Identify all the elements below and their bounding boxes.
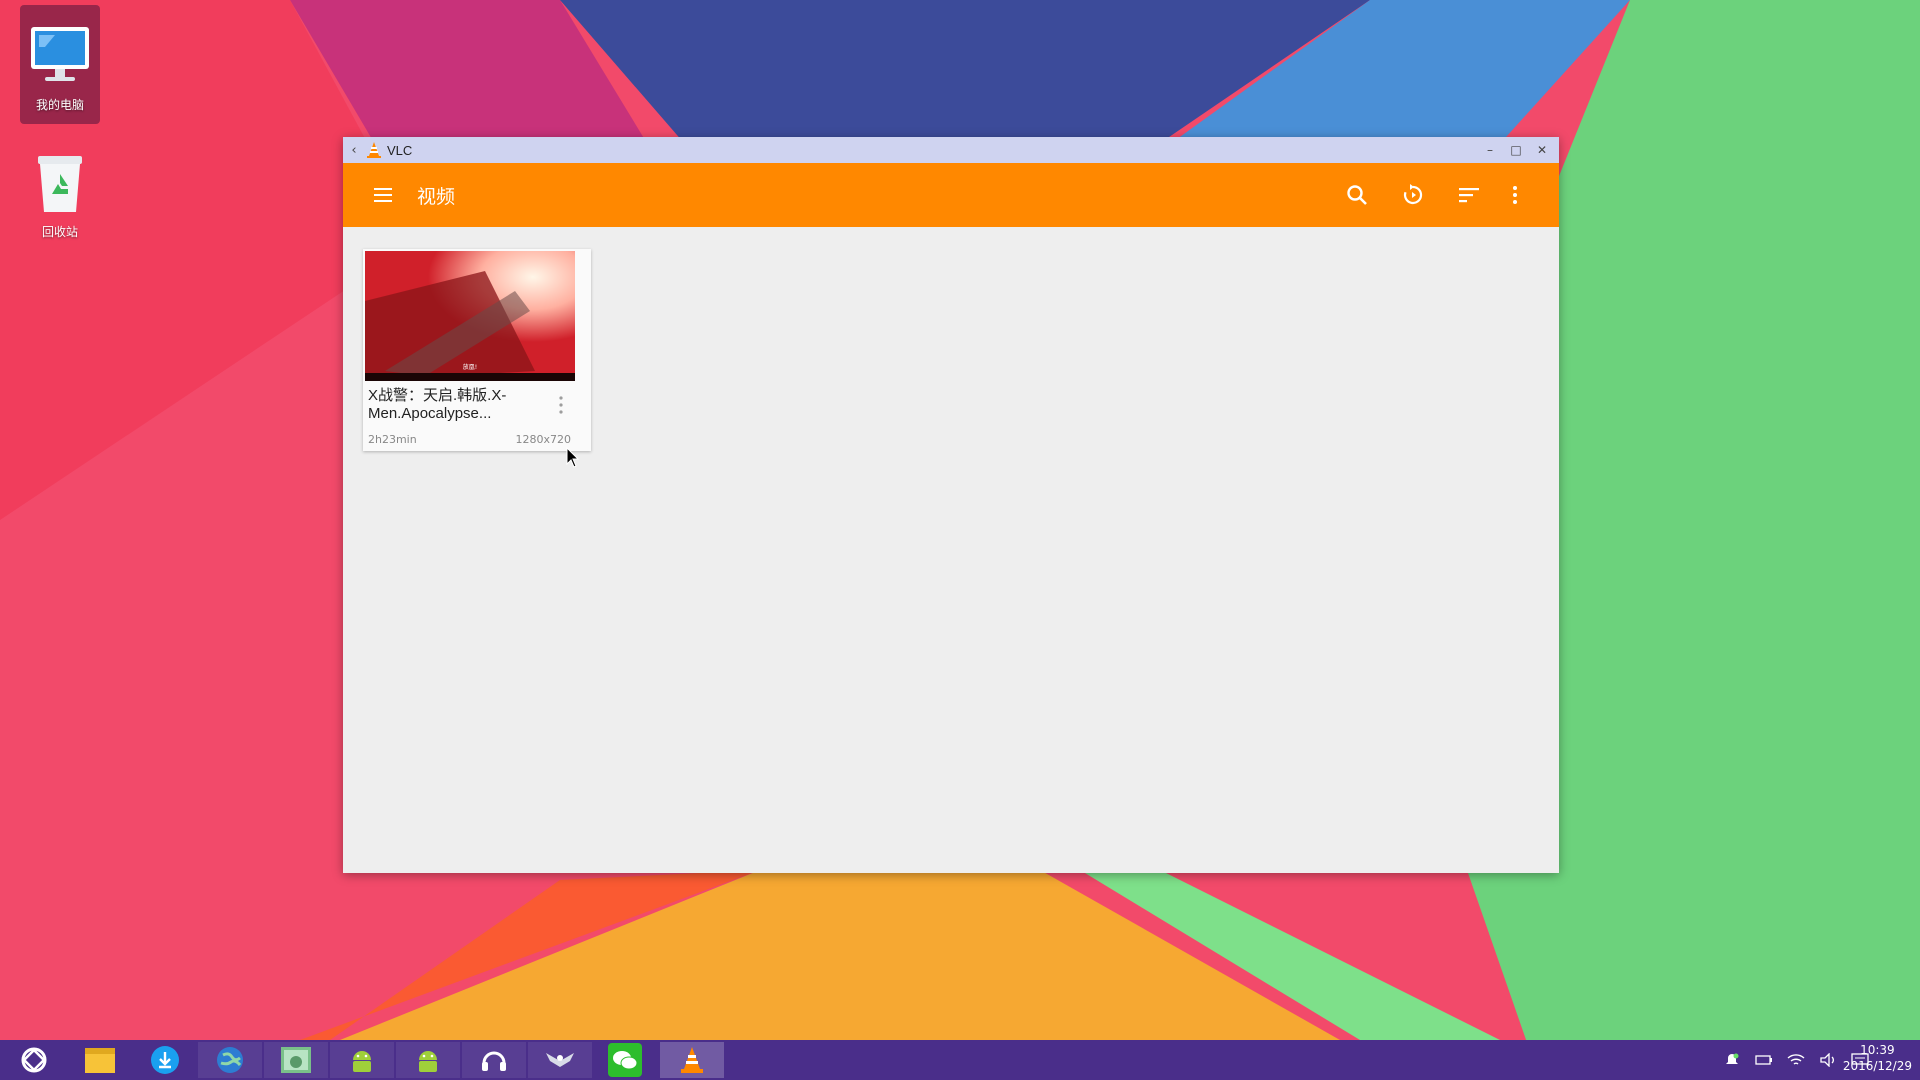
taskbar-android-app-2[interactable] <box>396 1042 460 1078</box>
thumbnail-image: 放凰! <box>365 251 575 381</box>
video-title: X战警：天启.韩版.X- Men.Apocalypse... <box>368 387 518 423</box>
search-icon <box>1347 185 1367 205</box>
taskbar-gallery[interactable] <box>264 1042 328 1078</box>
start-button[interactable] <box>12 1042 56 1078</box>
tray-battery[interactable] <box>1751 1040 1777 1080</box>
page-title: 视频 <box>417 185 456 208</box>
taskbar-android-app-1[interactable] <box>330 1042 394 1078</box>
sort-button[interactable] <box>1441 183 1497 207</box>
taskbar-download[interactable] <box>140 1042 190 1078</box>
tray-volume[interactable] <box>1815 1040 1841 1080</box>
video-title-line: Men.Apocalypse... <box>368 405 492 422</box>
vlc-icon <box>681 1047 703 1073</box>
tray-notification[interactable] <box>1719 1040 1745 1080</box>
browser-icon <box>217 1047 243 1073</box>
maximize-icon[interactable]: □ <box>1503 143 1529 157</box>
thumbnail-caption: 放凰! <box>463 363 477 371</box>
video-thumbnail[interactable]: 放凰! <box>365 251 575 381</box>
battery-icon <box>1755 1055 1772 1065</box>
minimize-icon[interactable]: – <box>1477 143 1503 157</box>
window-titlebar[interactable]: ‹ VLC – □ ✕ <box>343 137 1559 163</box>
taskbar-vlc[interactable] <box>660 1042 724 1078</box>
taskbar-file-manager[interactable] <box>75 1042 125 1078</box>
gallery-icon <box>281 1047 311 1073</box>
refresh-icon <box>1403 184 1423 205</box>
more-vert-icon[interactable] <box>557 395 565 415</box>
taskbar-clock[interactable]: 10:39 2016/12/29 <box>1843 1042 1912 1074</box>
recycle-bin-icon <box>38 156 82 212</box>
tray-wifi[interactable] <box>1783 1040 1809 1080</box>
clock-time: 10:39 <box>1860 1043 1895 1057</box>
close-icon[interactable]: ✕ <box>1529 143 1555 157</box>
refresh-button[interactable] <box>1385 183 1441 207</box>
app-toolbar: 视频 <box>343 163 1559 227</box>
more-vert-icon <box>1513 186 1517 204</box>
taskbar-eagle-app[interactable] <box>528 1042 592 1078</box>
android-icon <box>353 1051 371 1072</box>
desktop-icon-my-computer[interactable]: 我的电脑 <box>20 5 100 124</box>
vlc-icon <box>367 142 381 158</box>
taskbar-wechat[interactable] <box>608 1043 642 1077</box>
headphones-app-icon <box>482 1051 506 1071</box>
wechat-icon <box>613 1051 638 1070</box>
desktop-icon-recycle-bin[interactable]: 回收站 <box>20 150 100 250</box>
wifi-icon <box>1787 1054 1805 1065</box>
taskbar-headphones-app[interactable] <box>462 1042 526 1078</box>
vlc-window: ‹ VLC – □ ✕ 视频 放凰! X战警：天启.韩版.X- Men.Apoc… <box>343 137 1559 873</box>
more-options-button[interactable] <box>1497 185 1533 205</box>
computer-icon <box>31 27 89 81</box>
notification-icon <box>1726 1053 1739 1064</box>
android-icon <box>419 1051 437 1072</box>
download-icon <box>151 1046 179 1074</box>
hamburger-menu-icon[interactable] <box>372 187 394 203</box>
video-duration: 2h23min <box>368 433 417 446</box>
window-title: VLC <box>387 142 413 158</box>
desktop-icon-label: 我的电脑 <box>35 98 84 112</box>
desktop-icon-label: 回收站 <box>41 225 78 239</box>
video-title-line: X战警：天启.韩版.X- <box>368 387 507 404</box>
eagle-app-icon <box>546 1053 574 1067</box>
taskbar-browser[interactable] <box>198 1042 262 1078</box>
file-manager-icon <box>85 1048 115 1073</box>
search-button[interactable] <box>1329 183 1385 207</box>
chevron-left-icon[interactable]: ‹ <box>343 143 365 158</box>
video-card[interactable]: 放凰! X战警：天启.韩版.X- Men.Apocalypse... 2h23m… <box>363 249 591 451</box>
taskbar: 10:39 2016/12/29 <box>0 1040 1920 1080</box>
mouse-cursor-icon <box>566 447 580 468</box>
volume-icon <box>1820 1053 1834 1067</box>
start-icon <box>21 1047 47 1073</box>
video-list: 放凰! X战警：天启.韩版.X- Men.Apocalypse... 2h23m… <box>343 227 1559 873</box>
video-resolution: 1280x720 <box>515 433 572 446</box>
sort-icon <box>1459 188 1479 203</box>
clock-date: 2016/12/29 <box>1842 1059 1912 1073</box>
